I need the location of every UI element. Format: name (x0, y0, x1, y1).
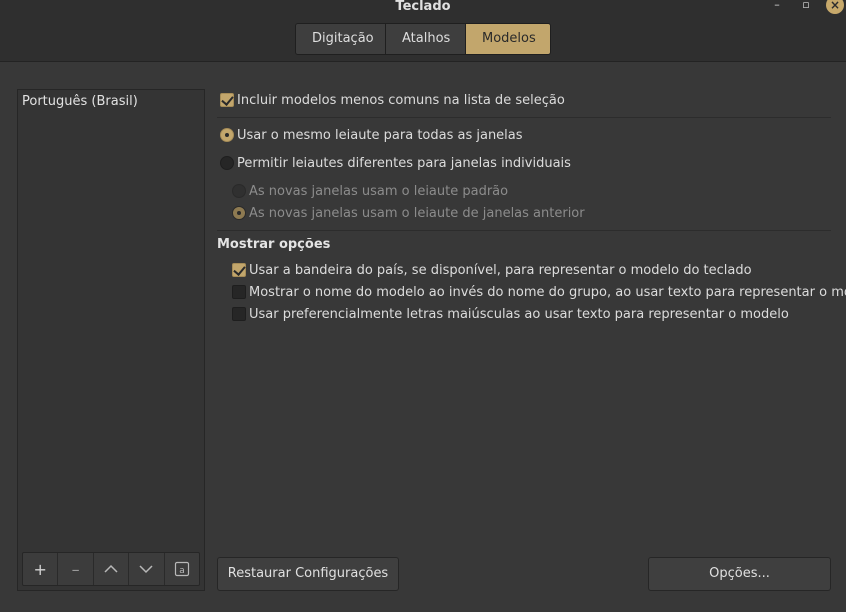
minus-icon: – (71, 559, 80, 579)
new-windows-previous-radio (232, 206, 246, 220)
tab-digitacao[interactable]: Digitação (296, 24, 386, 54)
new-windows-previous-row: As novas janelas usam o leiaute de janel… (232, 204, 585, 222)
new-windows-previous-label: As novas janelas usam o leiaute de janel… (249, 205, 585, 221)
list-item[interactable]: Português (Brasil) (22, 94, 138, 109)
uppercase-checkbox[interactable] (232, 307, 246, 321)
different-layouts-row[interactable]: Permitir leiautes diferentes para janela… (220, 154, 571, 172)
include-uncommon-label: Incluir modelos menos comuns na lista de… (237, 92, 565, 108)
move-up-button[interactable] (93, 553, 130, 585)
different-layouts-radio[interactable] (220, 156, 234, 170)
add-layout-button[interactable]: + (23, 553, 59, 585)
maximize-button[interactable]: ▫ (797, 0, 815, 12)
same-layout-radio[interactable] (220, 128, 234, 142)
include-uncommon-row[interactable]: Incluir modelos menos comuns na lista de… (220, 91, 565, 109)
new-windows-default-radio (232, 184, 246, 198)
separator (217, 230, 831, 231)
chevron-down-icon (139, 565, 153, 574)
layouts-list-toolbar: + – a (22, 552, 200, 586)
options-button[interactable]: Opções... (648, 557, 831, 591)
include-uncommon-checkbox[interactable] (220, 93, 234, 107)
new-windows-default-label: As novas janelas usam o leiaute padrão (249, 183, 509, 199)
minimize-button[interactable]: – (768, 0, 786, 12)
show-layout-name-checkbox[interactable] (232, 285, 246, 299)
tab-atalhos[interactable]: Atalhos (386, 24, 466, 54)
svg-text:a: a (179, 566, 185, 576)
same-layout-row[interactable]: Usar o mesmo leiaute para todas as janel… (220, 126, 523, 144)
preview-layout-button[interactable]: a (164, 553, 199, 585)
uppercase-label: Usar preferencialmente letras maiúsculas… (249, 306, 789, 322)
display-options-title: Mostrar opções (217, 237, 331, 252)
header-bar: Teclado – ▫ × Digitação Atalhos Modelos (0, 0, 846, 62)
use-flag-row[interactable]: Usar a bandeira do país, se disponível, … (232, 261, 752, 279)
keyboard-settings-window: Teclado – ▫ × Digitação Atalhos Modelos … (0, 0, 846, 612)
restore-settings-button[interactable]: Restaurar Configurações (217, 557, 399, 591)
tab-bar: Digitação Atalhos Modelos (295, 23, 551, 55)
new-windows-default-row: As novas janelas usam o leiaute padrão (232, 182, 508, 200)
window-title: Teclado (395, 0, 451, 14)
use-flag-checkbox[interactable] (232, 263, 246, 277)
plus-icon: + (33, 559, 47, 579)
same-layout-label: Usar o mesmo leiaute para todas as janel… (237, 127, 523, 143)
keyboard-preview-icon: a (174, 561, 189, 577)
different-layouts-label: Permitir leiautes diferentes para janela… (237, 155, 571, 171)
remove-layout-button[interactable]: – (58, 553, 94, 585)
separator (217, 117, 831, 118)
show-layout-name-label: Mostrar o nome do modelo ao invés do nom… (249, 284, 846, 300)
tab-modelos[interactable]: Modelos (466, 24, 550, 54)
move-down-button[interactable] (129, 553, 165, 585)
uppercase-row[interactable]: Usar preferencialmente letras maiúsculas… (232, 305, 789, 323)
use-flag-label: Usar a bandeira do país, se disponível, … (249, 262, 752, 278)
layouts-list: Português (Brasil) + – a (17, 89, 205, 591)
show-layout-name-row[interactable]: Mostrar o nome do modelo ao invés do nom… (232, 283, 846, 301)
chevron-up-icon (104, 564, 118, 573)
